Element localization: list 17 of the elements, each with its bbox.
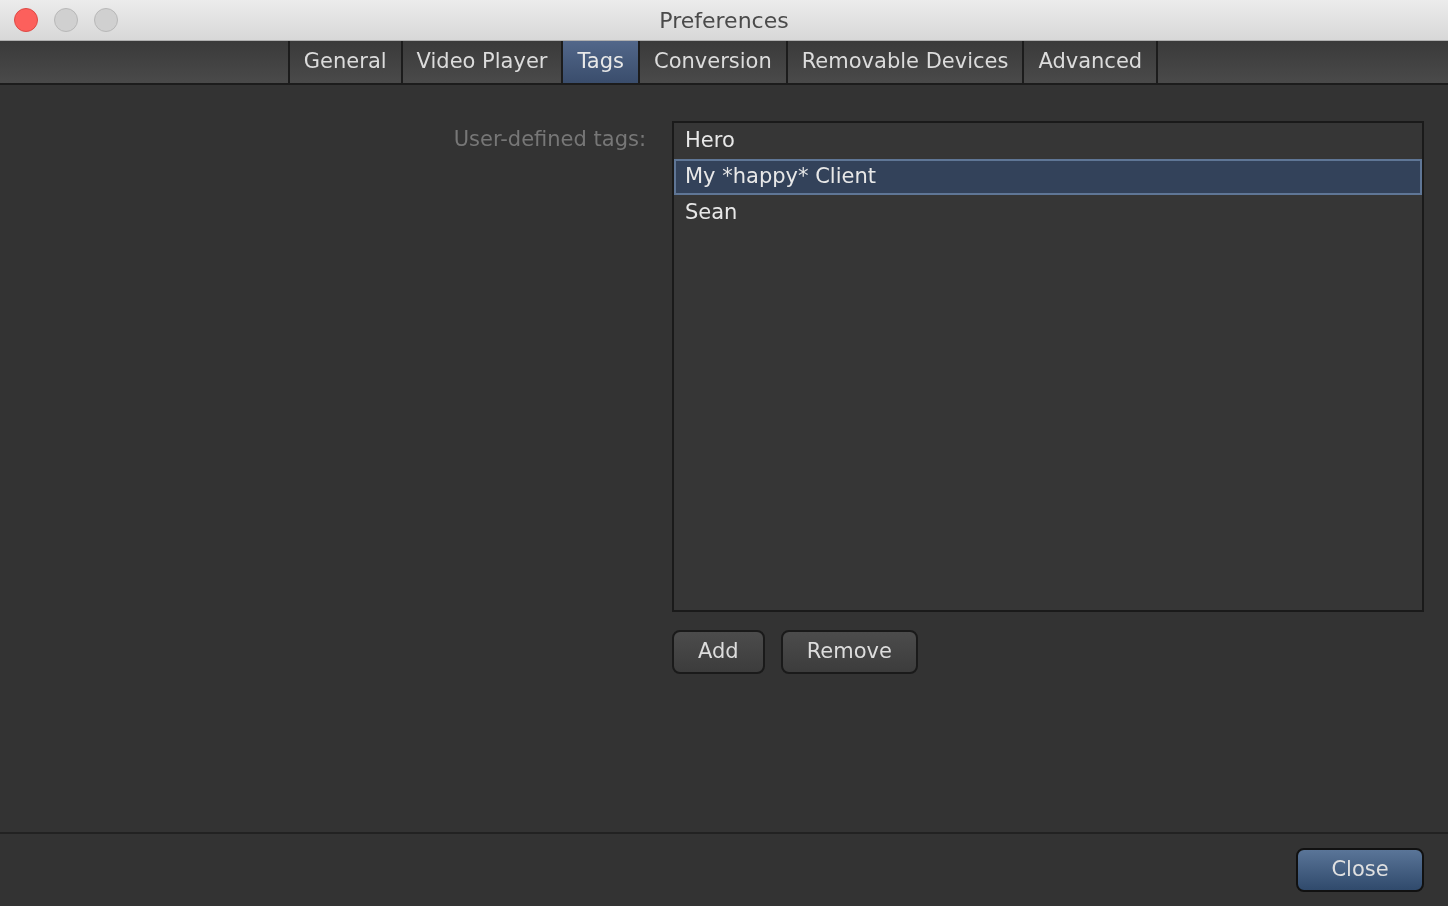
tag-list[interactable]: Hero My *happy* Client Sean <box>672 121 1424 612</box>
tab[interactable]: Removable Devices <box>787 41 1025 83</box>
tab[interactable]: Tags <box>563 41 640 83</box>
tag-item[interactable]: Sean <box>674 195 1422 231</box>
close-button[interactable]: Close <box>1296 848 1424 892</box>
minimize-icon[interactable] <box>54 8 78 32</box>
add-button[interactable]: Add <box>672 630 765 674</box>
remove-button[interactable]: Remove <box>780 630 918 674</box>
tag-item[interactable]: My *happy* Client <box>674 159 1422 195</box>
tab[interactable]: Advanced <box>1024 41 1159 83</box>
tab[interactable]: General <box>289 41 403 83</box>
tag-item[interactable]: Hero <box>674 123 1422 159</box>
window-title: Preferences <box>659 6 789 35</box>
close-icon[interactable] <box>14 8 38 32</box>
zoom-icon[interactable] <box>94 8 118 32</box>
tab[interactable]: Conversion <box>639 41 788 83</box>
tags-label: User-defined tags: <box>453 126 646 153</box>
